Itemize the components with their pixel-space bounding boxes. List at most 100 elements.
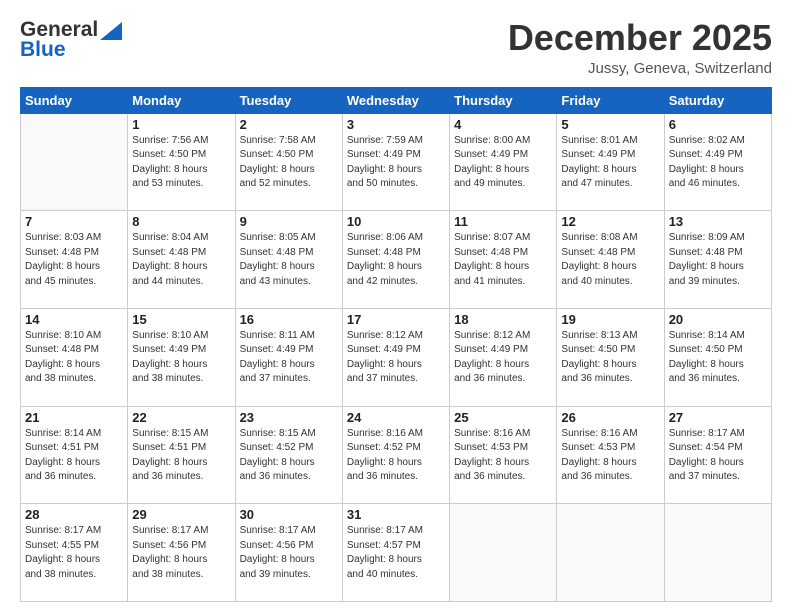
logo-arrow-icon (100, 22, 122, 40)
cell-content: Sunrise: 8:12 AM Sunset: 4:49 PM Dayligh… (347, 329, 445, 387)
day-number: 31 (347, 507, 445, 522)
day-number: 8 (132, 214, 230, 229)
logo-blue: Blue (20, 38, 66, 62)
day-number: 17 (347, 312, 445, 327)
calendar-cell: 18Sunrise: 8:12 AM Sunset: 4:49 PM Dayli… (450, 308, 557, 406)
day-number: 25 (454, 410, 552, 425)
cell-content: Sunrise: 8:17 AM Sunset: 4:57 PM Dayligh… (347, 524, 445, 582)
cell-content: Sunrise: 8:04 AM Sunset: 4:48 PM Dayligh… (132, 231, 230, 289)
page: General Blue December 2025 Jussy, Geneva… (0, 0, 792, 612)
calendar-cell: 13 Sunrise: 8:09 AM Sunset: 4:48 PM Dayli… (664, 211, 771, 309)
calendar-cell: 2 Sunrise: 7:58 AM Sunset: 4:50 PM Daylig… (235, 113, 342, 211)
cell-content: Sunrise: 8:03 AM Sunset: 4:48 PM Dayligh… (25, 231, 123, 289)
day-number: 1 (132, 117, 230, 132)
calendar-cell: 16 Sunrise: 8:11 AM Sunset: 4:49 PM Dayli… (235, 308, 342, 406)
day-number: 24 (347, 410, 445, 425)
calendar-cell: 27 Sunrise: 8:17 AM Sunset: 4:54 PM Dayli… (664, 406, 771, 504)
cell-content: Sunrise: 8:11 AM Sunset: 4:49 PM Dayligh… (240, 329, 338, 387)
cell-content: Sunrise: 8:01 AM Sunset: 4:49 PM Dayligh… (561, 134, 659, 192)
cell-content: Sunrise: 8:16 AM Sunset: 4:53 PM Dayligh… (561, 427, 659, 485)
cell-content: Sunrise: 7:56 AM Sunset: 4:50 PM Dayligh… (132, 134, 230, 192)
calendar-day-header: Thursday (450, 87, 557, 113)
calendar-cell: 15 Sunrise: 8:10 AM Sunset: 4:49 PM Dayli… (128, 308, 235, 406)
calendar-cell: 6 Sunrise: 8:02 AM Sunset: 4:49 PM Daylig… (664, 113, 771, 211)
day-number: 23 (240, 410, 338, 425)
cell-content: Sunrise: 8:17 AM Sunset: 4:56 PM Dayligh… (132, 524, 230, 582)
calendar-table: SundayMondayTuesdayWednesdayThursdayFrid… (20, 87, 772, 602)
calendar-day-header: Tuesday (235, 87, 342, 113)
calendar-day-header: Friday (557, 87, 664, 113)
day-number: 27 (669, 410, 767, 425)
day-number: 22 (132, 410, 230, 425)
calendar-cell: 12 Sunrise: 8:08 AM Sunset: 4:48 PM Dayli… (557, 211, 664, 309)
calendar-cell: 31 Sunrise: 8:17 AM Sunset: 4:57 PM Dayli… (342, 504, 449, 602)
calendar-header-row: SundayMondayTuesdayWednesdayThursdayFrid… (21, 87, 772, 113)
day-number: 10 (347, 214, 445, 229)
cell-content: Sunrise: 8:17 AM Sunset: 4:55 PM Dayligh… (25, 524, 123, 582)
cell-content: Sunrise: 8:14 AM Sunset: 4:50 PM Dayligh… (669, 329, 767, 387)
subtitle: Jussy, Geneva, Switzerland (508, 60, 772, 77)
day-number: 20 (669, 312, 767, 327)
calendar-cell (557, 504, 664, 602)
day-number: 18 (454, 312, 552, 327)
calendar-week-row: 21Sunrise: 8:14 AM Sunset: 4:51 PM Dayli… (21, 406, 772, 504)
calendar-day-header: Wednesday (342, 87, 449, 113)
calendar-day-header: Saturday (664, 87, 771, 113)
calendar-cell: 7Sunrise: 8:03 AM Sunset: 4:48 PM Daylig… (21, 211, 128, 309)
calendar-cell: 9 Sunrise: 8:05 AM Sunset: 4:48 PM Daylig… (235, 211, 342, 309)
calendar-cell: 30Sunrise: 8:17 AM Sunset: 4:56 PM Dayli… (235, 504, 342, 602)
cell-content: Sunrise: 7:59 AM Sunset: 4:49 PM Dayligh… (347, 134, 445, 192)
cell-content: Sunrise: 7:58 AM Sunset: 4:50 PM Dayligh… (240, 134, 338, 192)
day-number: 3 (347, 117, 445, 132)
day-number: 11 (454, 214, 552, 229)
cell-content: Sunrise: 8:17 AM Sunset: 4:54 PM Dayligh… (669, 427, 767, 485)
cell-content: Sunrise: 8:02 AM Sunset: 4:49 PM Dayligh… (669, 134, 767, 192)
day-number: 19 (561, 312, 659, 327)
cell-content: Sunrise: 8:05 AM Sunset: 4:48 PM Dayligh… (240, 231, 338, 289)
day-number: 13 (669, 214, 767, 229)
day-number: 30 (240, 507, 338, 522)
calendar-day-header: Sunday (21, 87, 128, 113)
cell-content: Sunrise: 8:06 AM Sunset: 4:48 PM Dayligh… (347, 231, 445, 289)
calendar-cell: 26 Sunrise: 8:16 AM Sunset: 4:53 PM Dayli… (557, 406, 664, 504)
day-number: 9 (240, 214, 338, 229)
calendar-week-row: 14 Sunrise: 8:10 AM Sunset: 4:48 PM Dayli… (21, 308, 772, 406)
day-number: 28 (25, 507, 123, 522)
calendar-cell: 8 Sunrise: 8:04 AM Sunset: 4:48 PM Daylig… (128, 211, 235, 309)
cell-content: Sunrise: 8:07 AM Sunset: 4:48 PM Dayligh… (454, 231, 552, 289)
cell-content: Sunrise: 8:13 AM Sunset: 4:50 PM Dayligh… (561, 329, 659, 387)
calendar-cell: 11 Sunrise: 8:07 AM Sunset: 4:48 PM Dayli… (450, 211, 557, 309)
day-number: 12 (561, 214, 659, 229)
calendar-cell: 29Sunrise: 8:17 AM Sunset: 4:56 PM Dayli… (128, 504, 235, 602)
day-number: 14 (25, 312, 123, 327)
calendar-cell: 19 Sunrise: 8:13 AM Sunset: 4:50 PM Dayli… (557, 308, 664, 406)
calendar-cell (450, 504, 557, 602)
cell-content: Sunrise: 8:16 AM Sunset: 4:53 PM Dayligh… (454, 427, 552, 485)
calendar-cell: 21Sunrise: 8:14 AM Sunset: 4:51 PM Dayli… (21, 406, 128, 504)
cell-content: Sunrise: 8:15 AM Sunset: 4:51 PM Dayligh… (132, 427, 230, 485)
cell-content: Sunrise: 8:08 AM Sunset: 4:48 PM Dayligh… (561, 231, 659, 289)
day-number: 6 (669, 117, 767, 132)
calendar-cell: 24Sunrise: 8:16 AM Sunset: 4:52 PM Dayli… (342, 406, 449, 504)
header: General Blue December 2025 Jussy, Geneva… (20, 18, 772, 77)
day-number: 2 (240, 117, 338, 132)
cell-content: Sunrise: 8:14 AM Sunset: 4:51 PM Dayligh… (25, 427, 123, 485)
calendar-week-row: 7Sunrise: 8:03 AM Sunset: 4:48 PM Daylig… (21, 211, 772, 309)
calendar-cell: 4Sunrise: 8:00 AM Sunset: 4:49 PM Daylig… (450, 113, 557, 211)
calendar-cell: 3 Sunrise: 7:59 AM Sunset: 4:49 PM Daylig… (342, 113, 449, 211)
calendar-week-row: 28 Sunrise: 8:17 AM Sunset: 4:55 PM Dayli… (21, 504, 772, 602)
calendar-cell: 23Sunrise: 8:15 AM Sunset: 4:52 PM Dayli… (235, 406, 342, 504)
cell-content: Sunrise: 8:09 AM Sunset: 4:48 PM Dayligh… (669, 231, 767, 289)
day-number: 4 (454, 117, 552, 132)
calendar-cell: 14 Sunrise: 8:10 AM Sunset: 4:48 PM Dayli… (21, 308, 128, 406)
day-number: 16 (240, 312, 338, 327)
calendar-day-header: Monday (128, 87, 235, 113)
cell-content: Sunrise: 8:10 AM Sunset: 4:49 PM Dayligh… (132, 329, 230, 387)
calendar-cell (664, 504, 771, 602)
day-number: 26 (561, 410, 659, 425)
calendar-week-row: 1 Sunrise: 7:56 AM Sunset: 4:50 PM Daylig… (21, 113, 772, 211)
calendar-cell: 1 Sunrise: 7:56 AM Sunset: 4:50 PM Daylig… (128, 113, 235, 211)
day-number: 15 (132, 312, 230, 327)
calendar-cell: 10 Sunrise: 8:06 AM Sunset: 4:48 PM Dayli… (342, 211, 449, 309)
cell-content: Sunrise: 8:10 AM Sunset: 4:48 PM Dayligh… (25, 329, 123, 387)
